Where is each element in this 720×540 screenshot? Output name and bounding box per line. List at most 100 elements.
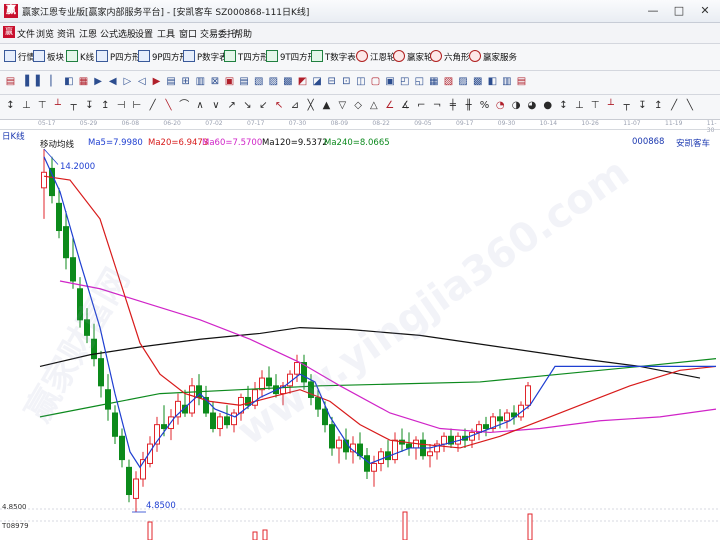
nav-tool-icon[interactable]: ⊡ bbox=[340, 75, 353, 89]
maximize-button[interactable]: □ bbox=[666, 2, 692, 19]
nav-tool-icon[interactable]: ◰ bbox=[398, 75, 411, 89]
draw-tool-icon[interactable]: ↧ bbox=[636, 99, 649, 113]
nav-tool-icon[interactable]: ▥ bbox=[194, 75, 207, 89]
nav-tool-icon[interactable]: ▐ bbox=[19, 75, 32, 89]
draw-tool-icon[interactable]: ┬ bbox=[620, 99, 633, 113]
nav-tool-icon[interactable]: ▌ bbox=[33, 75, 46, 89]
nav-tool-icon[interactable]: ▶ bbox=[92, 75, 105, 89]
draw-tool-icon[interactable]: ⊥ bbox=[20, 99, 33, 113]
draw-tool-icon[interactable]: ◔ bbox=[494, 99, 507, 113]
close-button[interactable]: ✕ bbox=[692, 2, 718, 19]
nav-tool-icon[interactable]: ▨ bbox=[267, 75, 280, 89]
menu-info[interactable]: 资讯 bbox=[57, 27, 75, 40]
draw-tool-icon[interactable]: ⌐ bbox=[415, 99, 428, 113]
nav-tool-icon[interactable]: ⊟ bbox=[325, 75, 338, 89]
nav-tool-icon[interactable]: ◁ bbox=[135, 75, 148, 89]
nav-tool-icon[interactable]: ◩ bbox=[296, 75, 309, 89]
draw-tool-icon[interactable]: ↧ bbox=[83, 99, 96, 113]
draw-tool-icon[interactable]: ↙ bbox=[257, 99, 270, 113]
nav-tool-icon[interactable]: ▨ bbox=[457, 75, 470, 89]
nav-tool-icon[interactable]: ▏ bbox=[48, 75, 61, 89]
toolbar-p-table-button[interactable]: P数字表 bbox=[183, 50, 228, 64]
toolbar-t-table-button[interactable]: T数字表 bbox=[311, 50, 356, 64]
toolbar-9t-square-button[interactable]: 9T四方形 bbox=[266, 50, 316, 64]
menu-help[interactable]: 帮助 bbox=[234, 27, 252, 40]
draw-tool-icon[interactable]: ▲ bbox=[320, 99, 333, 113]
nav-tool-icon[interactable]: ▧ bbox=[442, 75, 455, 89]
draw-tool-icon[interactable]: ╫ bbox=[462, 99, 475, 113]
menu-browse[interactable]: 浏览 bbox=[36, 27, 54, 40]
toolbar-sector-button[interactable]: 板块 bbox=[33, 50, 64, 64]
draw-tool-icon[interactable]: ⌒ bbox=[178, 99, 191, 113]
draw-tool-icon[interactable]: ¬ bbox=[431, 99, 444, 113]
toolbar-winner-wheel-button[interactable]: 赢家轮 bbox=[393, 50, 433, 64]
nav-tool-icon[interactable]: ▩ bbox=[281, 75, 294, 89]
menu-formula[interactable]: 公式选股 bbox=[100, 27, 136, 40]
menu-trade[interactable]: 交易委托 bbox=[200, 27, 236, 40]
nav-tool-icon[interactable]: ▧ bbox=[252, 75, 265, 89]
draw-tool-icon[interactable]: ⊿ bbox=[288, 99, 301, 113]
draw-tool-icon[interactable]: ╲ bbox=[162, 99, 175, 113]
nav-tool-icon[interactable]: ▤ bbox=[165, 75, 178, 89]
toolbar-quotes-button[interactable]: 行情 bbox=[4, 50, 35, 64]
nav-tool-icon[interactable]: ▢ bbox=[369, 75, 382, 89]
menu-gann[interactable]: 江恩 bbox=[79, 27, 97, 40]
draw-tool-icon[interactable]: ⊢ bbox=[130, 99, 143, 113]
nav-tool-icon[interactable]: ▣ bbox=[223, 75, 236, 89]
draw-tool-icon[interactable]: ⊤ bbox=[589, 99, 602, 113]
draw-tool-icon[interactable]: ╲ bbox=[683, 99, 696, 113]
toolbar-gann-wheel-button[interactable]: 江恩轮 bbox=[356, 50, 396, 64]
draw-tool-icon[interactable]: ▽ bbox=[336, 99, 349, 113]
draw-tool-icon[interactable]: ↖ bbox=[273, 99, 286, 113]
draw-tool-icon[interactable]: ┬ bbox=[67, 99, 80, 113]
draw-tool-icon[interactable]: ● bbox=[541, 99, 554, 113]
nav-tool-icon[interactable]: ▤ bbox=[238, 75, 251, 89]
draw-tool-icon[interactable]: ⊥ bbox=[573, 99, 586, 113]
minimize-button[interactable]: — bbox=[640, 2, 666, 19]
toolbar-t-square-button[interactable]: T四方形 bbox=[224, 50, 269, 64]
draw-tool-icon[interactable]: ↕ bbox=[557, 99, 570, 113]
nav-tool-icon[interactable]: ▷ bbox=[121, 75, 134, 89]
draw-tool-icon[interactable]: % bbox=[478, 99, 491, 113]
nav-tool-icon[interactable]: ▩ bbox=[471, 75, 484, 89]
nav-tool-icon[interactable]: ◪ bbox=[311, 75, 324, 89]
menu-tools[interactable]: 工具 bbox=[157, 27, 175, 40]
draw-tool-icon[interactable]: ↗ bbox=[225, 99, 238, 113]
nav-tool-icon[interactable]: ◱ bbox=[413, 75, 426, 89]
draw-tool-icon[interactable]: ◇ bbox=[352, 99, 365, 113]
draw-tool-icon[interactable]: ∡ bbox=[399, 99, 412, 113]
draw-tool-icon[interactable]: ╱ bbox=[146, 99, 159, 113]
toolbar-9p-square-button[interactable]: 9P四方形 bbox=[138, 50, 188, 64]
toolbar-hexagon-button[interactable]: 六角形 bbox=[430, 50, 470, 64]
draw-tool-icon[interactable]: ∠ bbox=[383, 99, 396, 113]
menu-settings[interactable]: 设置 bbox=[135, 27, 153, 40]
nav-tool-icon[interactable]: ⊞ bbox=[179, 75, 192, 89]
nav-tool-icon[interactable]: ◀ bbox=[106, 75, 119, 89]
draw-tool-icon[interactable]: ↘ bbox=[241, 99, 254, 113]
draw-tool-icon[interactable]: ┴ bbox=[51, 99, 64, 113]
nav-tool-icon[interactable]: ◫ bbox=[354, 75, 367, 89]
nav-tool-icon[interactable]: ▤ bbox=[4, 75, 17, 89]
draw-tool-icon[interactable]: ∧ bbox=[194, 99, 207, 113]
nav-tool-icon[interactable]: ◧ bbox=[62, 75, 75, 89]
toolbar-service-button[interactable]: 赢家服务 bbox=[469, 50, 517, 64]
draw-tool-icon[interactable]: △ bbox=[367, 99, 380, 113]
draw-tool-icon[interactable]: ⊤ bbox=[36, 99, 49, 113]
draw-tool-icon[interactable]: ╱ bbox=[668, 99, 681, 113]
draw-tool-icon[interactable]: ↥ bbox=[99, 99, 112, 113]
draw-tool-icon[interactable]: ∨ bbox=[209, 99, 222, 113]
nav-tool-icon[interactable]: ⊠ bbox=[208, 75, 221, 89]
nav-tool-icon[interactable]: ▣ bbox=[384, 75, 397, 89]
toolbar-p-square-button[interactable]: P四方形 bbox=[96, 50, 141, 64]
draw-tool-icon[interactable]: ↥ bbox=[652, 99, 665, 113]
nav-tool-icon[interactable]: ▦ bbox=[77, 75, 90, 89]
menu-window[interactable]: 窗口 bbox=[179, 27, 197, 40]
nav-tool-icon[interactable]: ◧ bbox=[486, 75, 499, 89]
nav-tool-icon[interactable]: ▦ bbox=[427, 75, 440, 89]
draw-tool-icon[interactable]: ╳ bbox=[304, 99, 317, 113]
draw-tool-icon[interactable]: ◑ bbox=[510, 99, 523, 113]
nav-tool-icon[interactable]: ▤ bbox=[515, 75, 528, 89]
nav-tool-icon[interactable]: ▥ bbox=[500, 75, 513, 89]
nav-tool-icon[interactable]: ▶ bbox=[150, 75, 163, 89]
toolbar-kline-button[interactable]: K线 bbox=[66, 50, 94, 64]
